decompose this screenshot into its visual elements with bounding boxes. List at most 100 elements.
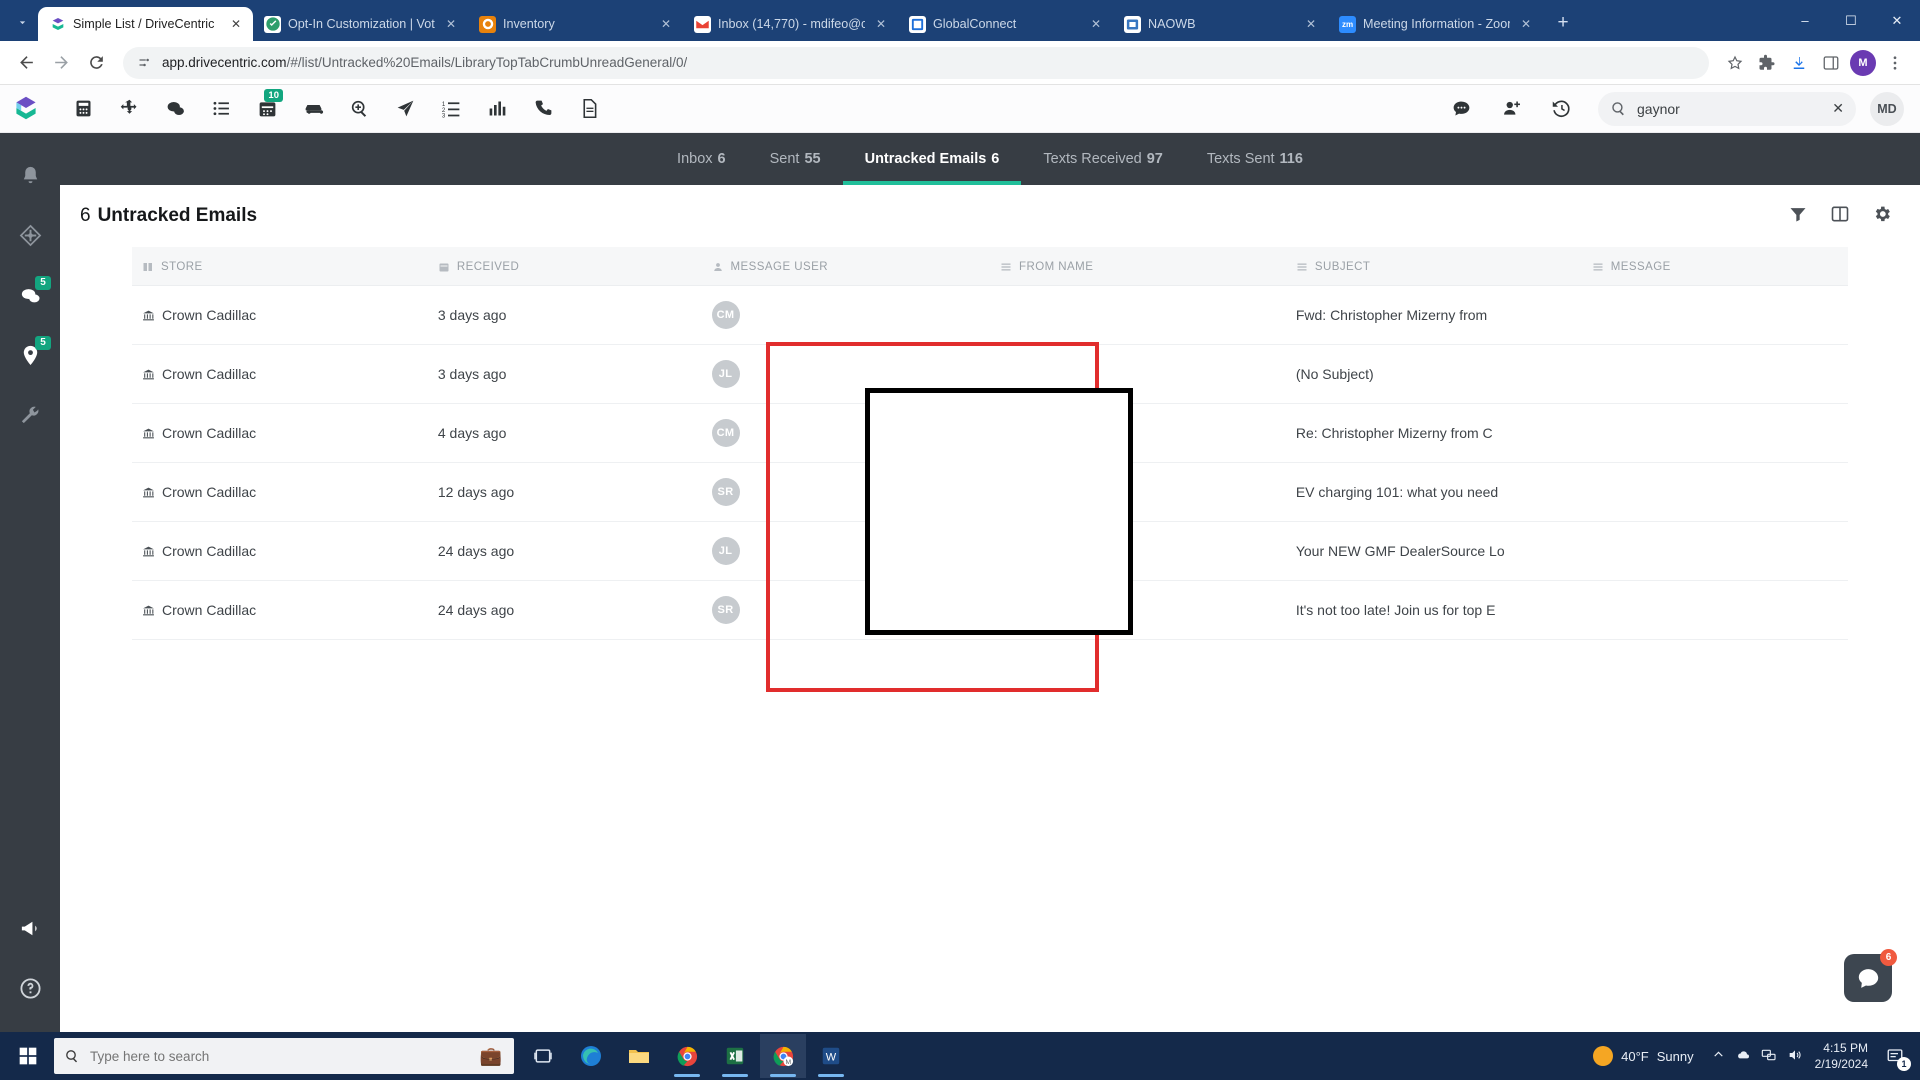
profile-avatar[interactable]: M [1848,48,1878,78]
close-icon[interactable]: ✕ [227,15,245,33]
notification-center-button[interactable]: 1 [1882,1043,1911,1071]
megaphone-icon[interactable] [7,898,53,958]
taskbar-search[interactable]: 💼 [54,1038,514,1074]
clock[interactable]: 4:15 PM 2/19/2024 [1809,1040,1876,1072]
list-icon[interactable] [198,89,244,129]
column-header-received[interactable]: RECEIVED [427,247,702,286]
new-tab-button[interactable]: + [1549,9,1577,37]
close-window-button[interactable]: ✕ [1874,0,1920,41]
tab-untracked-emails[interactable]: Untracked Emails 6 [842,133,1022,185]
chart-icon[interactable] [474,89,520,129]
network-icon[interactable] [1761,1047,1777,1066]
column-label: MESSAGE [1610,261,1671,273]
tab-texts-sent[interactable]: Texts Sent 116 [1185,133,1325,185]
side-panel-icon[interactable] [1816,48,1846,78]
site-settings-icon[interactable] [137,55,152,70]
document-icon[interactable] [566,89,612,129]
table-row[interactable]: Crown Cadillac 3 days ago CM Fwd: Christoph… [132,285,1848,345]
chat-bubbles-icon[interactable] [152,89,198,129]
reload-icon[interactable] [80,47,112,79]
send-icon[interactable] [382,89,428,129]
browser-tab-5[interactable]: NAOWB ✕ [1113,7,1328,41]
browser-tab-3[interactable]: Inbox (14,770) - mdifeo@crown ✕ [683,7,898,41]
start-button[interactable] [4,1032,52,1080]
browser-tab-4[interactable]: GlobalConnect ✕ [898,7,1113,41]
phone-icon[interactable] [520,89,566,129]
taskbar-search-input[interactable] [90,1048,504,1064]
edge-icon[interactable] [568,1034,614,1078]
onedrive-icon[interactable] [1735,1047,1751,1066]
tab-count: 97 [1146,151,1163,167]
address-bar[interactable]: app.drivecentric.com/#/list/Untracked%20… [123,46,1709,79]
wrench-icon[interactable] [7,385,53,445]
close-icon[interactable]: ✕ [1087,15,1105,33]
column-header-subject[interactable]: SUBJECT [1285,247,1582,286]
tab-sent[interactable]: Sent 55 [748,133,843,185]
minimize-button[interactable]: – [1782,0,1828,41]
file-explorer-icon[interactable] [616,1034,662,1078]
briefcase-icon[interactable]: 💼 [476,1041,506,1071]
bell-icon[interactable] [7,145,53,205]
close-icon[interactable]: ✕ [1302,15,1320,33]
search-plus-icon[interactable] [336,89,382,129]
tab-search-icon[interactable] [8,8,36,36]
drivecentric-logo-icon[interactable] [10,92,44,126]
tab-texts-received[interactable]: Texts Received 97 [1021,133,1184,185]
tab-label: Sent [769,151,800,167]
chat-badge: 6 [1880,949,1897,966]
messages-icon[interactable] [1438,89,1484,129]
volume-icon[interactable] [1787,1047,1803,1066]
target-icon[interactable] [106,89,152,129]
columns-icon[interactable] [1830,204,1850,229]
maximize-button[interactable]: ☐ [1828,0,1874,41]
column-header-message[interactable]: MESSAGE [1581,247,1848,286]
calculator-icon[interactable] [60,89,106,129]
filter-icon[interactable] [1788,204,1808,229]
history-icon[interactable] [1538,89,1584,129]
car-icon[interactable] [290,89,336,129]
user-initials-avatar: JL [711,537,740,565]
forward-icon[interactable] [45,47,77,79]
chat-icon[interactable]: 5 [7,265,53,325]
cell-subject: Re: Christopher Mizerny from C [1285,403,1582,463]
close-icon[interactable]: ✕ [872,15,890,33]
column-header-message-user[interactable]: MESSAGE USER [701,247,990,286]
browser-tab-0[interactable]: Simple List / DriveCentric ✕ [38,7,253,41]
browser-tab-2[interactable]: Inventory ✕ [468,7,683,41]
back-icon[interactable] [10,47,42,79]
column-header-from-name[interactable]: FROM NAME [989,247,1286,286]
help-icon[interactable] [7,958,53,1018]
chrome-menu-icon[interactable] [1880,48,1910,78]
task-view-icon[interactable] [520,1034,566,1078]
close-icon[interactable]: ✕ [1517,15,1535,33]
weather-widget[interactable]: 40°F Sunny [1593,1046,1705,1066]
excel-icon[interactable] [712,1034,758,1078]
close-icon[interactable]: ✕ [657,15,675,33]
browser-tab-1[interactable]: Opt-In Customization | Voters | ✕ [253,7,468,41]
search-input[interactable] [1637,100,1823,117]
location-pin-icon[interactable]: 5 [7,325,53,385]
calendar-icon[interactable]: 10 [244,88,290,129]
add-user-icon[interactable] [1488,89,1534,129]
chrome-profile-icon[interactable]: M [760,1034,806,1078]
extensions-icon[interactable] [1752,48,1782,78]
downloads-icon[interactable] [1784,48,1814,78]
compass-icon[interactable] [7,205,53,265]
column-header-store[interactable]: STORE [132,247,428,286]
column-label: RECEIVED [456,261,520,273]
close-icon[interactable]: ✕ [442,15,460,33]
tab-inbox[interactable]: Inbox 6 [655,133,748,185]
chevron-up-icon[interactable] [1712,1048,1725,1064]
settings-gear-icon[interactable] [1872,204,1892,229]
word-icon[interactable]: W [808,1034,854,1078]
cell-received: 12 days ago [427,462,702,522]
global-search[interactable]: ✕ [1598,91,1856,126]
browser-tab-6[interactable]: zm Meeting Information - Zoom ✕ [1328,7,1543,41]
ordered-list-icon[interactable]: 123 [428,89,474,129]
chat-support-button[interactable]: 6 [1844,949,1897,1002]
clear-search-icon[interactable]: ✕ [1832,100,1844,117]
user-avatar[interactable]: MD [1870,91,1904,126]
page-header: 6 Untracked Emails [60,185,1920,247]
bookmark-star-icon[interactable] [1720,48,1750,78]
chrome-icon[interactable] [664,1034,710,1078]
